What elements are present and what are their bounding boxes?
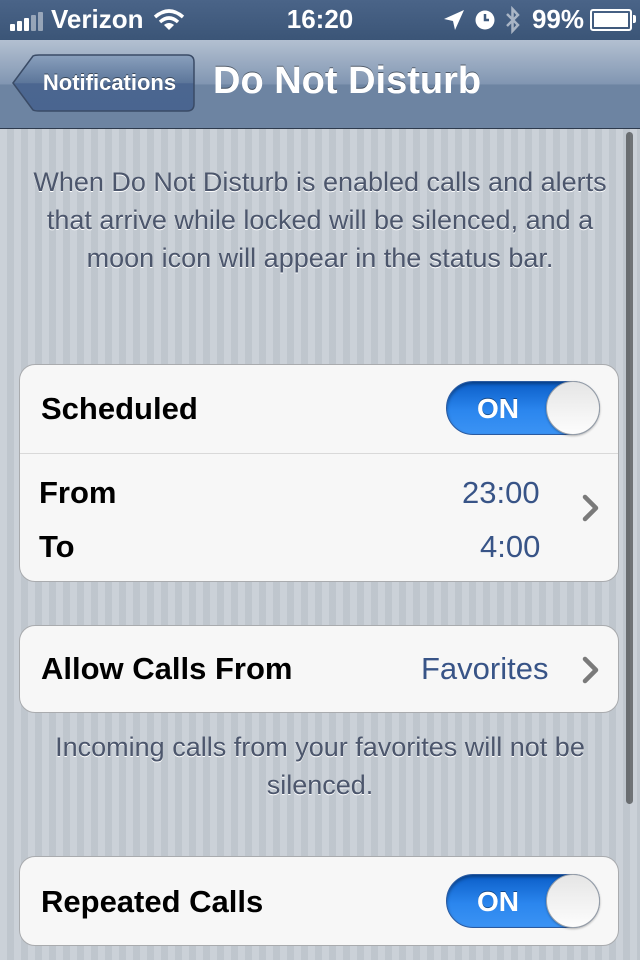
scheduled-toggle[interactable]: ON <box>446 381 600 435</box>
allow-calls-label: Allow Calls From <box>41 651 293 686</box>
page-title: Do Not Disturb <box>213 60 482 102</box>
repeated-calls-group: Repeated Calls ON <box>19 856 619 946</box>
settings-content[interactable]: When Do Not Disturb is enabled calls and… <box>0 129 640 960</box>
dnd-description: When Do Not Disturb is enabled calls and… <box>33 167 607 273</box>
allow-calls-value: Favorites <box>421 651 549 686</box>
repeated-calls-toggle[interactable]: ON <box>446 874 600 928</box>
repeated-calls-toggle-text: ON <box>477 886 519 917</box>
schedule-times-row[interactable]: From 23:00 To 4:00 <box>20 454 618 581</box>
from-value: 23:00 <box>462 475 540 510</box>
toggle-knob <box>546 381 600 435</box>
bluetooth-icon <box>506 5 520 34</box>
allow-calls-row[interactable]: Allow Calls From Favorites <box>19 625 619 713</box>
location-arrow-icon <box>443 9 464 30</box>
chevron-right-icon <box>582 656 599 684</box>
chevron-right-icon <box>582 494 599 522</box>
to-value: 4:00 <box>480 529 541 564</box>
repeated-calls-label: Repeated Calls <box>41 884 264 919</box>
allow-calls-note: Incoming calls from your favorites will … <box>55 732 585 800</box>
navigation-bar: Notifications Do Not Disturb <box>0 40 640 129</box>
from-label: From <box>39 475 117 510</box>
battery-icon <box>590 8 636 31</box>
scrollbar[interactable] <box>626 132 633 804</box>
scheduled-row: Scheduled ON <box>20 365 618 453</box>
back-button-label: Notifications <box>42 70 177 95</box>
status-bar-right: 99% <box>442 4 636 35</box>
toggle-knob <box>546 874 600 928</box>
back-button[interactable]: Notifications <box>12 54 195 112</box>
battery-percent: 99% <box>531 4 584 34</box>
scheduled-label: Scheduled <box>41 391 198 426</box>
to-label: To <box>39 529 75 564</box>
scheduled-toggle-text: ON <box>477 393 519 424</box>
scheduled-group: Scheduled ON From 23:00 To 4:00 <box>19 364 619 582</box>
status-bar: Verizon 16:20 99% <box>0 0 640 40</box>
alarm-clock-icon <box>475 10 495 29</box>
